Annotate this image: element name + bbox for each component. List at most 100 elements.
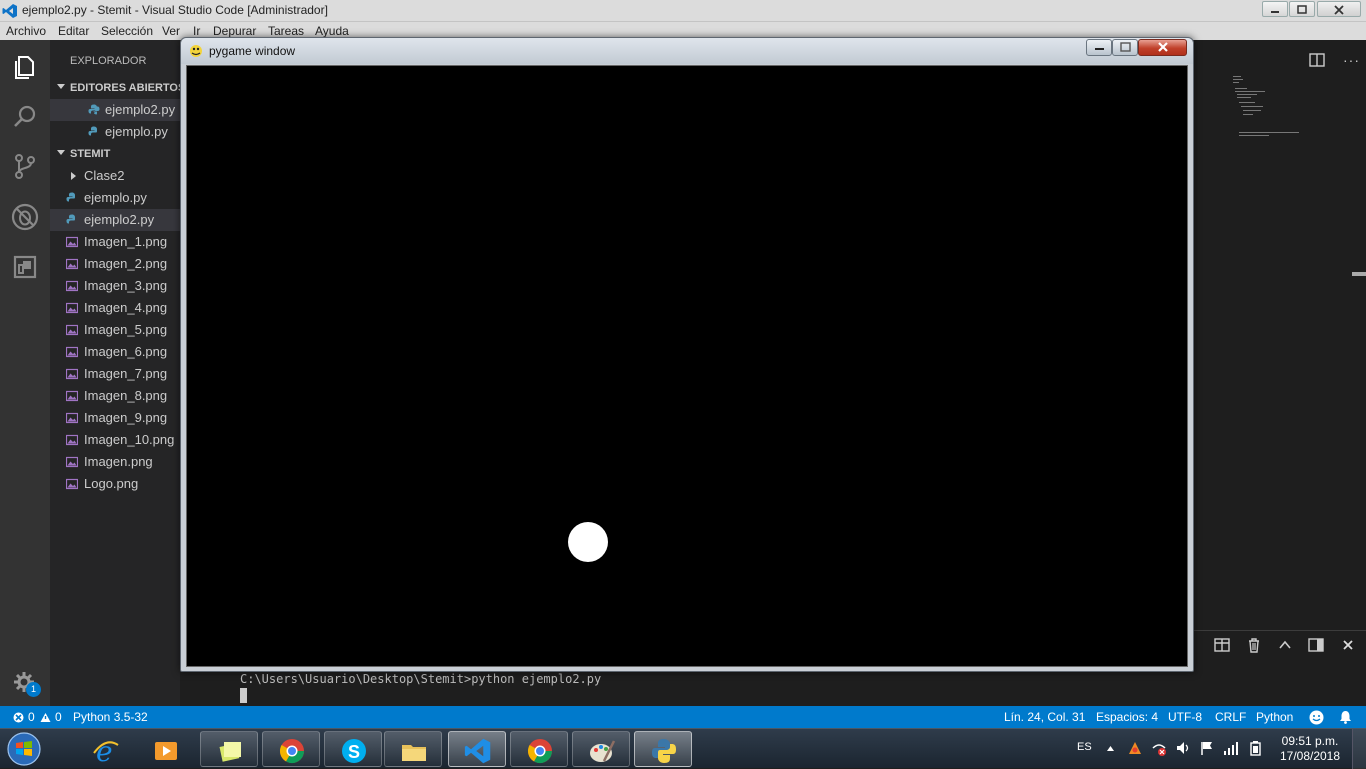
file-item[interactable]: Imagen_1.png — [50, 231, 180, 253]
split-editor-icon[interactable] — [1309, 53, 1325, 67]
project-section[interactable]: STEMIT — [50, 143, 180, 165]
project-title: STEMIT — [70, 148, 111, 160]
folder-item[interactable]: Clase2 — [50, 165, 180, 187]
trash-icon[interactable] — [1246, 637, 1262, 653]
taskbar-internet-explorer[interactable]: e — [76, 731, 134, 767]
file-item[interactable]: ejemplo.py — [50, 187, 180, 209]
pygame-minimize-button[interactable] — [1086, 39, 1112, 56]
taskbar-sticky-notes[interactable] — [200, 731, 258, 767]
file-label: Imagen_6.png — [84, 344, 168, 359]
menu-seleccion[interactable]: Selección — [101, 24, 153, 38]
encoding[interactable]: UTF-8 — [1168, 710, 1202, 724]
pygame-window-title: pygame window — [209, 44, 296, 58]
image-file-icon — [66, 456, 78, 468]
search-icon[interactable] — [10, 102, 40, 132]
chevron-up-icon[interactable] — [1277, 637, 1293, 653]
error-count[interactable]: 0 — [28, 710, 35, 724]
extensions-icon[interactable] — [10, 252, 40, 282]
line-endings[interactable]: CRLF — [1215, 710, 1246, 724]
python-interpreter[interactable]: Python 3.5-32 — [73, 710, 148, 724]
source-control-icon[interactable] — [10, 151, 40, 181]
file-item[interactable]: Imagen_7.png — [50, 363, 180, 385]
taskbar-chrome[interactable] — [262, 731, 320, 767]
language-mode[interactable]: Python — [1256, 710, 1293, 724]
signal-icon[interactable] — [1223, 740, 1239, 756]
settings-badge: 1 — [26, 682, 41, 697]
file-item[interactable]: Imagen_2.png — [50, 253, 180, 275]
network-warning-icon[interactable] — [1151, 740, 1167, 756]
image-file-icon — [66, 412, 78, 424]
minimap[interactable] — [1233, 76, 1303, 146]
file-item[interactable]: ejemplo2.py — [50, 209, 180, 231]
pygame-window[interactable]: pygame window — [180, 37, 1194, 672]
file-item[interactable]: Imagen_5.png — [50, 319, 180, 341]
indentation[interactable]: Espacios: 4 — [1096, 710, 1158, 724]
taskbar-file-explorer[interactable] — [384, 731, 442, 767]
taskbar-media-player[interactable] — [136, 731, 194, 767]
pygame-canvas[interactable] — [186, 65, 1188, 667]
menu-tareas[interactable]: Tareas — [268, 24, 304, 38]
menu-ver[interactable]: Ver — [162, 24, 180, 38]
minimize-button[interactable] — [1262, 1, 1288, 17]
file-item[interactable]: Imagen.png — [50, 451, 180, 473]
taskbar-skype[interactable]: S — [324, 731, 382, 767]
menu-ayuda[interactable]: Ayuda — [315, 24, 349, 38]
window-title: ejemplo2.py - Stemit - Visual Studio Cod… — [22, 3, 328, 17]
file-item[interactable]: Imagen_9.png — [50, 407, 180, 429]
show-desktop-button[interactable] — [1352, 729, 1366, 769]
menu-ir[interactable]: Ir — [193, 24, 200, 38]
file-label: Imagen_1.png — [84, 234, 168, 249]
bell-icon[interactable] — [1339, 710, 1352, 724]
smiley-feedback-icon[interactable] — [1309, 710, 1324, 725]
folder-label: Clase2 — [84, 168, 125, 183]
close-button[interactable] — [1317, 1, 1361, 17]
file-item[interactable]: Logo.png — [50, 473, 180, 495]
action-center-flag-icon[interactable] — [1199, 740, 1215, 756]
image-file-icon — [66, 302, 78, 314]
file-item[interactable]: Imagen_3.png — [50, 275, 180, 297]
menu-editar[interactable]: Editar — [58, 24, 89, 38]
menu-depurar[interactable]: Depurar — [213, 24, 256, 38]
windows-taskbar: e S ES 09:51 p.m. 17/08/2018 — [0, 728, 1366, 769]
cursor-position[interactable]: Lín. 24, Col. 31 — [1004, 710, 1085, 724]
white-ball — [568, 522, 608, 562]
open-editor-item[interactable]: ejemplo.py — [50, 121, 180, 143]
file-label: Imagen_8.png — [84, 388, 168, 403]
more-actions-icon[interactable]: ··· — [1343, 52, 1360, 68]
pygame-title-bar[interactable]: pygame window — [181, 38, 1193, 64]
open-editors-section[interactable]: EDITORES ABIERTOS — [50, 77, 185, 99]
tray-expand-icon[interactable] — [1106, 745, 1115, 752]
taskbar-chrome-2[interactable] — [510, 731, 568, 767]
editor-scrollbar[interactable] — [1352, 272, 1366, 276]
pygame-maximize-button[interactable] — [1112, 39, 1138, 56]
warning-count[interactable]: 0 — [55, 710, 62, 724]
split-terminal-icon[interactable] — [1214, 637, 1230, 653]
file-item[interactable]: Imagen_4.png — [50, 297, 180, 319]
volume-icon[interactable] — [1175, 740, 1191, 756]
taskbar-python[interactable] — [634, 731, 692, 767]
file-item[interactable]: Imagen_10.png — [50, 429, 180, 451]
menu-archivo[interactable]: Archivo — [6, 24, 46, 38]
debug-icon[interactable] — [10, 202, 40, 232]
open-editor-item[interactable]: ejemplo2.py — [50, 99, 180, 121]
file-item[interactable]: Imagen_6.png — [50, 341, 180, 363]
close-panel-icon[interactable] — [1340, 637, 1356, 653]
pygame-close-button[interactable] — [1138, 39, 1187, 56]
image-file-icon — [66, 236, 78, 248]
taskbar-paint[interactable] — [572, 731, 630, 767]
windows-start-icon[interactable] — [4, 731, 44, 767]
toggle-panel-icon[interactable] — [1308, 637, 1324, 653]
system-clock[interactable]: 09:51 p.m. 17/08/2018 — [1270, 734, 1350, 764]
file-item[interactable]: Imagen_8.png — [50, 385, 180, 407]
files-icon[interactable] — [10, 52, 40, 82]
vscode-logo-icon — [2, 4, 17, 18]
taskbar-vscode[interactable] — [448, 731, 506, 767]
tray-app-icon[interactable] — [1127, 740, 1143, 756]
svg-text:e: e — [96, 737, 113, 765]
terminal-command-line[interactable]: C:\Users\Usuario\Desktop\Stemit>python e… — [240, 672, 601, 686]
input-language[interactable]: ES — [1077, 741, 1092, 753]
chevron-down-icon — [57, 84, 65, 89]
internet-explorer-icon: e — [93, 737, 119, 765]
battery-icon[interactable] — [1247, 740, 1263, 756]
restore-button[interactable] — [1289, 1, 1315, 17]
